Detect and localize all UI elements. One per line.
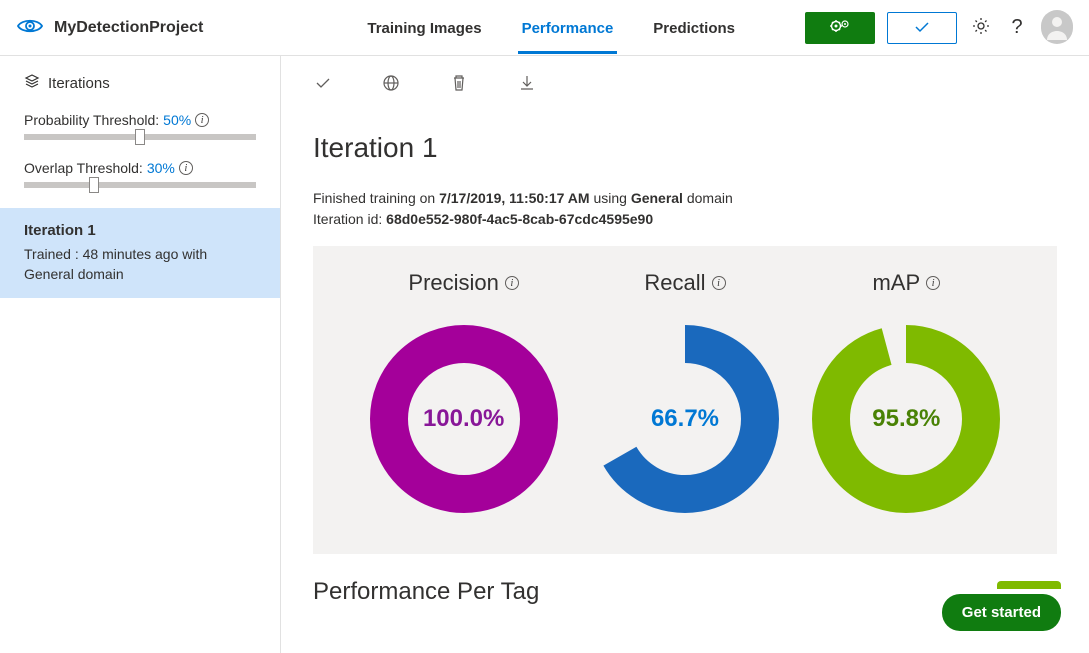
probability-threshold: Probability Threshold: 50% i [24,112,256,140]
iterations-label: Iterations [48,75,110,92]
training-finished-info: Finished training on 7/17/2019, 11:50:17… [313,188,1057,209]
metrics-panel: Precision i 100.0% Recall i [313,246,1057,554]
map-value: 95.8% [872,405,940,433]
train-button[interactable] [805,12,875,44]
user-avatar[interactable] [1041,12,1073,44]
eye-icon [16,17,44,38]
user-icon [1041,10,1073,45]
map-metric: mAP i 95.8% [811,270,1001,514]
check-icon [914,20,930,36]
map-donut: 95.8% [811,324,1001,514]
prob-threshold-value: 50% [163,112,191,128]
iterations-header: Iterations [24,74,256,92]
help-button[interactable]: ? [1005,16,1029,40]
delete-button[interactable] [449,74,469,94]
overlap-threshold-slider[interactable] [24,182,256,188]
slider-handle[interactable] [89,177,99,193]
app-logo[interactable]: MyDetectionProject [16,17,203,38]
recall-metric: Recall i 66.7% [590,270,780,514]
trash-icon [452,75,466,94]
check-icon [315,76,331,92]
iteration-title: Iteration 1 [313,132,1057,164]
overlap-threshold-value: 30% [147,160,175,176]
info-icon[interactable]: i [926,276,940,290]
tab-performance[interactable]: Performance [518,2,618,54]
prob-threshold-label: Probability Threshold: [24,112,159,128]
prob-threshold-slider[interactable] [24,134,256,140]
recall-label: Recall [644,270,705,296]
tab-training-images[interactable]: Training Images [363,2,485,54]
settings-button[interactable] [969,16,993,40]
precision-metric: Precision i 100.0% [369,270,559,514]
iteration-item[interactable]: Iteration 1 Trained : 48 minutes ago wit… [0,208,280,298]
gears-icon [829,18,851,37]
overlap-threshold: Overlap Threshold: 30% i [24,160,256,188]
precision-value: 100.0% [423,405,504,433]
info-icon[interactable]: i [505,276,519,290]
iteration-name: Iteration 1 [24,222,256,239]
iteration-meta: Trained : 48 minutes ago with General do… [24,245,256,284]
publish-button[interactable] [381,74,401,94]
precision-donut: 100.0% [369,324,559,514]
recall-value: 66.7% [651,405,719,433]
download-icon [520,75,534,94]
iteration-id-info: Iteration id: 68d0e552-980f-4ac5-8cab-67… [313,209,1057,230]
get-started-badge [997,581,1061,589]
info-icon[interactable]: i [712,276,726,290]
project-name: MyDetectionProject [54,19,203,37]
tab-predictions[interactable]: Predictions [649,2,739,54]
overlap-threshold-label: Overlap Threshold: [24,160,143,176]
quick-test-button[interactable] [887,12,957,44]
get-started-button[interactable]: Get started [942,594,1061,631]
export-button[interactable] [517,74,537,94]
default-button[interactable] [313,74,333,94]
info-icon[interactable]: i [195,113,209,127]
globe-icon [382,74,400,95]
layers-icon [24,74,40,92]
info-icon[interactable]: i [179,161,193,175]
precision-label: Precision [408,270,498,296]
gear-icon [971,16,991,39]
recall-donut: 66.7% [590,324,780,514]
slider-handle[interactable] [135,129,145,145]
help-icon: ? [1011,16,1022,39]
map-label: mAP [872,270,920,296]
